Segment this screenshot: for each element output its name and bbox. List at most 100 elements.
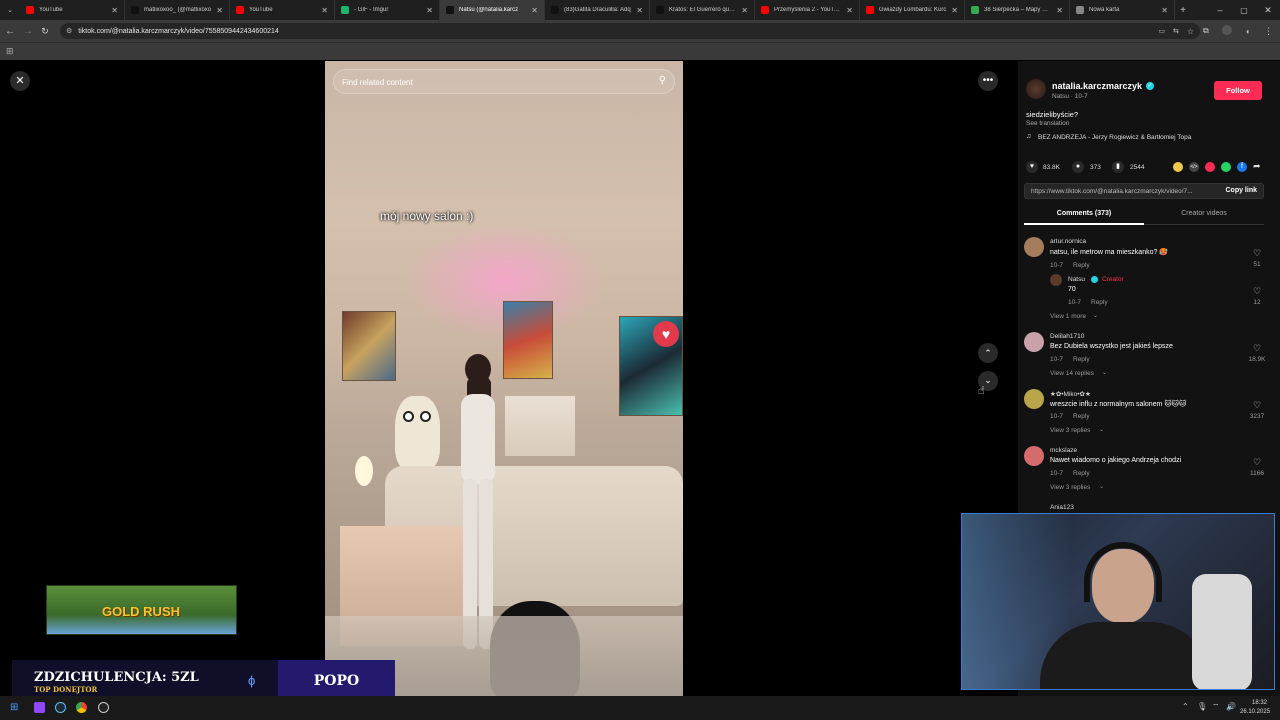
comment-icon[interactable]: ● [1072,161,1084,173]
tab-close-icon[interactable]: ✕ [216,6,223,15]
facebook-icon[interactable]: f [1237,162,1247,172]
comment-like-icon[interactable]: ♡ [1247,457,1267,468]
comment-like-icon[interactable]: ♡ [1247,400,1267,411]
comment-username[interactable]: Delilah1710 [1050,333,1084,340]
commenter-avatar[interactable] [1024,446,1044,466]
like-icon[interactable]: ♥ [1026,161,1038,173]
tab-close-icon[interactable]: ✕ [111,6,118,15]
browser-tab[interactable]: Przemyślenia 2 - YouTube ✕ [755,0,860,20]
browser-tab[interactable]: Nowa karta ✕ [1070,0,1175,20]
reply-button[interactable]: Reply [1073,356,1090,363]
install-icon[interactable]: ▭ [1158,27,1165,35]
back-icon[interactable]: ← [0,26,20,37]
tray-chevron-icon[interactable]: ⌃ [1182,702,1189,711]
browser-tab[interactable]: (83)Gatita Draculilla: Adq ✕ [545,0,650,20]
site-info-icon[interactable]: ⚙ [66,27,72,35]
view-more-replies[interactable]: View 1 more [1050,313,1086,320]
menu-icon[interactable]: ⋮ [1264,26,1273,37]
wifi-icon[interactable]: ⌔ [1212,702,1220,712]
comment-like-icon[interactable]: ♡ [1247,343,1267,354]
new-tab-button[interactable]: + [1175,5,1191,16]
obs-icon[interactable] [98,702,109,713]
view-replies[interactable]: View 3 replies [1050,484,1090,491]
reply-button[interactable]: Reply [1073,413,1090,420]
comment-username[interactable]: mckslaze [1050,447,1077,454]
tab-close-icon[interactable]: ✕ [846,6,853,15]
minimize-button[interactable]: – [1208,5,1232,15]
extensions-icon[interactable]: ⧉ [1203,26,1209,36]
tab-comments[interactable]: Comments (373) [1024,210,1144,217]
embed-icon[interactable]: </> [1189,162,1199,172]
tab-close-icon[interactable]: ✕ [531,6,538,15]
browser-tab[interactable]: YouTube ✕ [230,0,335,20]
share-arrow-icon[interactable]: ➦ [1253,161,1261,172]
previous-video-button[interactable]: ⌃ [978,343,998,363]
comment-like-icon[interactable]: ♡ [1247,248,1267,259]
tab-close-icon[interactable]: ✕ [1056,6,1063,15]
send-to-friends-icon[interactable] [1205,162,1215,172]
copy-link-button[interactable]: Copy link [1225,187,1257,194]
video-player[interactable]: ♥ Find related content ⚲ mój nowy salon … [325,61,683,696]
tab-close-icon[interactable]: ✕ [1161,6,1168,15]
browser-tab[interactable]: matlixoxoo_ (@matlixoxo ✕ [125,0,230,20]
tab-close-icon[interactable]: ✕ [426,6,433,15]
start-icon[interactable]: ⊞ [10,702,18,713]
clock-time[interactable]: 18:32 [1252,700,1267,706]
twitch-icon[interactable] [34,702,45,713]
browser-tab[interactable]: 38 Sierpecka – Mapy Goo ✕ [965,0,1070,20]
follow-button[interactable]: Follow [1214,81,1262,100]
maximize-button[interactable]: ▢ [1232,6,1256,15]
browser-tab[interactable]: YouTube ✕ [20,0,125,20]
browser-tab[interactable]: Natsu (@natalia.karcz ✕ [440,0,545,20]
search-icon[interactable]: ⚲ [659,75,666,86]
browser-tab[interactable]: Kratos: El Guerrero que N ✕ [650,0,755,20]
steam-icon[interactable] [55,702,66,713]
music-title[interactable]: BEZ ANDRZEJA - Jerzy Rogiewicz & Bartłom… [1038,134,1191,141]
apps-grid-icon[interactable]: ⊞ [6,46,14,57]
bookmark-icon[interactable]: ▮ [1112,161,1124,173]
creator-avatar[interactable] [1050,274,1062,286]
view-replies[interactable]: View 3 replies [1050,427,1090,434]
comment-username[interactable]: ★✿•Miko•✿★ [1050,390,1091,398]
author-avatar[interactable] [1026,79,1046,99]
address-input[interactable]: ⚙ tiktok.com/@natalia.karczmarczyk/video… [60,23,1200,39]
forward-icon[interactable]: → [20,26,36,37]
tab-close-icon[interactable]: ✕ [636,6,643,15]
tab-creator-videos[interactable]: Creator videos [1144,210,1264,217]
chrome-icon[interactable] [76,702,87,713]
tab-close-icon[interactable]: ✕ [951,6,958,15]
clock-date[interactable]: 26.10.2025 [1240,709,1270,715]
reload-icon[interactable]: ↻ [36,26,54,37]
close-window-button[interactable]: ✕ [1256,5,1280,16]
mic-icon[interactable]: 🎙 [1197,702,1207,711]
extension-icon[interactable]: ◐ [1246,27,1251,36]
comment-username[interactable]: artur.nornica [1050,238,1086,245]
bookmark-star-icon[interactable]: ☆ [1187,27,1194,36]
tab-close-icon[interactable]: ✕ [321,6,328,15]
comment-username[interactable]: Ania123 [1050,504,1074,511]
author-username[interactable]: natalia.karczmarczyk [1052,81,1142,91]
volume-icon[interactable]: 🔊 [1226,702,1236,711]
comment-like-icon[interactable]: ♡ [1247,286,1267,297]
share-emoji-icon[interactable] [1173,162,1183,172]
profile-avatar[interactable] [1222,25,1232,35]
whatsapp-icon[interactable] [1221,162,1231,172]
browser-tab[interactable]: Gwiazdy Lombardu: Kurc ✕ [860,0,965,20]
view-replies[interactable]: View 14 replies [1050,370,1094,377]
browser-tab[interactable]: - GIF - Imgur ✕ [335,0,440,20]
commenter-avatar[interactable] [1024,332,1044,352]
reply-username[interactable]: Natsu [1068,276,1085,283]
video-search-bar[interactable]: Find related content ⚲ [333,69,675,94]
commenter-avatar[interactable] [1024,389,1044,409]
tab-search-button[interactable]: ⌄ [0,0,20,20]
tab-close-icon[interactable]: ✕ [741,6,748,15]
see-translation-link[interactable]: See translation [1026,120,1069,127]
search-input[interactable]: Find related content [342,78,413,87]
reply-button[interactable]: Reply [1073,470,1090,477]
commenter-avatar[interactable] [1024,237,1044,257]
translate-icon[interactable]: ⇆ [1173,27,1179,35]
reply-button[interactable]: Reply [1073,262,1090,269]
reply-button[interactable]: Reply [1091,299,1108,306]
close-video-button[interactable]: ✕ [10,71,30,91]
more-options-button[interactable]: ••• [978,71,998,91]
